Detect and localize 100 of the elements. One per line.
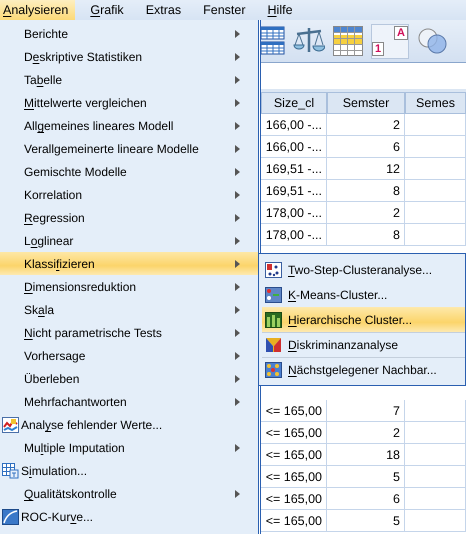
table-icon[interactable]: [333, 26, 363, 56]
menu-item[interactable]: Deskriptive Statistiken: [0, 45, 258, 68]
menu-bar-item[interactable]: Fenster: [200, 0, 253, 20]
table-icon[interactable]: [261, 25, 285, 57]
table-cell: 2: [327, 114, 405, 136]
empty-table-cell: [405, 422, 466, 444]
table-cell: 169,51 -...: [261, 158, 327, 180]
submenu-arrow-icon: [235, 122, 240, 130]
menu-item[interactable]: Klassifizieren: [0, 252, 258, 275]
menu-item[interactable]: Vorhersage: [0, 344, 258, 367]
empty-table-cell: [405, 466, 466, 488]
table-cell: 5: [327, 466, 405, 488]
submenu-arrow-icon: [235, 306, 240, 314]
submenu-arrow-icon: [235, 53, 240, 61]
menu-bar-item[interactable]: Grafik: [87, 0, 131, 20]
menu-item[interactable]: Berichte: [0, 22, 258, 45]
column-header[interactable]: Size_cl: [261, 92, 327, 114]
table-cell: <= 165,00: [261, 400, 327, 422]
submenu-arrow-icon: [235, 76, 240, 84]
empty-table-cell: [405, 158, 466, 180]
empty-table-cell: [405, 224, 466, 246]
menu-item[interactable]: Simulation...: [0, 459, 258, 482]
table-cell: <= 165,00: [261, 422, 327, 444]
menu-item[interactable]: Qualitätskontrolle: [0, 482, 258, 505]
menu-item[interactable]: Regression: [0, 206, 258, 229]
empty-table-cell: [405, 488, 466, 510]
menu-item[interactable]: Dimensionsreduktion: [0, 275, 258, 298]
menu-item[interactable]: Analyse fehlender Werte...: [0, 413, 258, 436]
table-cell: <= 165,00: [261, 488, 327, 510]
bar-chart-icon: [265, 312, 282, 328]
submenu-arrow-icon: [235, 168, 240, 176]
empty-table-cell: [405, 180, 466, 202]
table-cell: <= 165,00: [261, 466, 327, 488]
submenu-arrow-icon: [235, 260, 240, 268]
menu-item[interactable]: Mittelwerte vergleichen: [0, 91, 258, 114]
menu-bar-item[interactable]: Hilfe: [264, 0, 300, 20]
table-cell: 169,51 -...: [261, 180, 327, 202]
funnel-icon: [265, 337, 282, 353]
menu-item[interactable]: Hierarchische Cluster...: [262, 307, 465, 332]
menu-item[interactable]: Korrelation: [0, 183, 258, 206]
submenu-arrow-icon: [235, 145, 240, 153]
table-cell: 7: [327, 400, 405, 422]
submenu-arrow-icon: [235, 99, 240, 107]
submenu-arrow-icon: [235, 214, 240, 222]
table-cell: <= 165,00: [261, 510, 327, 532]
table-cell: 18: [327, 444, 405, 466]
menu-item[interactable]: Nächstgelegener Nachbar...: [262, 357, 465, 382]
table-cell: 166,00 -...: [261, 136, 327, 158]
table-cell: 6: [327, 136, 405, 158]
menu-item[interactable]: ROC-Kurve...: [0, 505, 258, 528]
submenu-arrow-icon: [235, 398, 240, 406]
empty-table-cell: [405, 202, 466, 224]
table-cell: 166,00 -...: [261, 114, 327, 136]
menu-item[interactable]: Skala: [0, 298, 258, 321]
menu-item[interactable]: Nicht parametrische Tests: [0, 321, 258, 344]
circles-icon[interactable]: [417, 27, 449, 55]
submenu-arrow-icon: [235, 490, 240, 498]
menu-item[interactable]: Loglinear: [0, 229, 258, 252]
menu-item[interactable]: Diskriminanzanalyse: [262, 332, 465, 357]
menu-item[interactable]: Tabelle: [0, 68, 258, 91]
table-cell: 8: [327, 224, 405, 246]
column-header[interactable]: Semes: [405, 92, 466, 114]
table-cell: 8: [327, 180, 405, 202]
cluster-icon: [265, 262, 282, 278]
table-cell: 12: [327, 158, 405, 180]
value-labels-button[interactable]: A 1: [371, 24, 409, 58]
column-header[interactable]: Semster: [327, 92, 405, 114]
empty-table-cell: [405, 114, 466, 136]
menu-item[interactable]: Multiple Imputation: [0, 436, 258, 459]
empty-table-cell: [405, 400, 466, 422]
table-cell: 2: [327, 422, 405, 444]
table-cell: <= 165,00: [261, 444, 327, 466]
menu-item[interactable]: Überleben: [0, 367, 258, 390]
table-cell: 178,00 -...: [261, 202, 327, 224]
menu-item[interactable]: Mehrfachantworten: [0, 390, 258, 413]
table-cell: 178,00 -...: [261, 224, 327, 246]
menu-bar-item[interactable]: Analysieren: [0, 0, 76, 20]
curve-icon: [2, 509, 19, 525]
menu-item[interactable]: Gemischte Modelle: [0, 160, 258, 183]
submenu-arrow-icon: [235, 191, 240, 199]
menu-item[interactable]: K-Means-Cluster...: [262, 282, 465, 307]
submenu-arrow-icon: [235, 352, 240, 360]
menu-item[interactable]: Verallgemeinerte lineare Modelle: [0, 137, 258, 160]
menu-item[interactable]: Allgemeines lineares Modell: [0, 114, 258, 137]
table-cell: 5: [327, 510, 405, 532]
empty-table-cell: [405, 136, 466, 158]
submenu-arrow-icon: [235, 444, 240, 452]
dots-icon: [265, 362, 282, 378]
submenu-arrow-icon: [235, 30, 240, 38]
value-label-digit: 1: [372, 42, 384, 56]
submenu-arrow-icon: [235, 237, 240, 245]
submenu-arrow-icon: [235, 283, 240, 291]
table-cell: 6: [327, 488, 405, 510]
empty-table-cell: [405, 510, 466, 532]
cluster-icon: [265, 287, 282, 303]
empty-table-cell: [405, 444, 466, 466]
submenu-arrow-icon: [235, 375, 240, 383]
table-cell: 2: [327, 202, 405, 224]
menu-bar-item[interactable]: Extras: [142, 0, 188, 20]
menu-item[interactable]: Two-Step-Clusteranalyse...: [262, 257, 465, 282]
